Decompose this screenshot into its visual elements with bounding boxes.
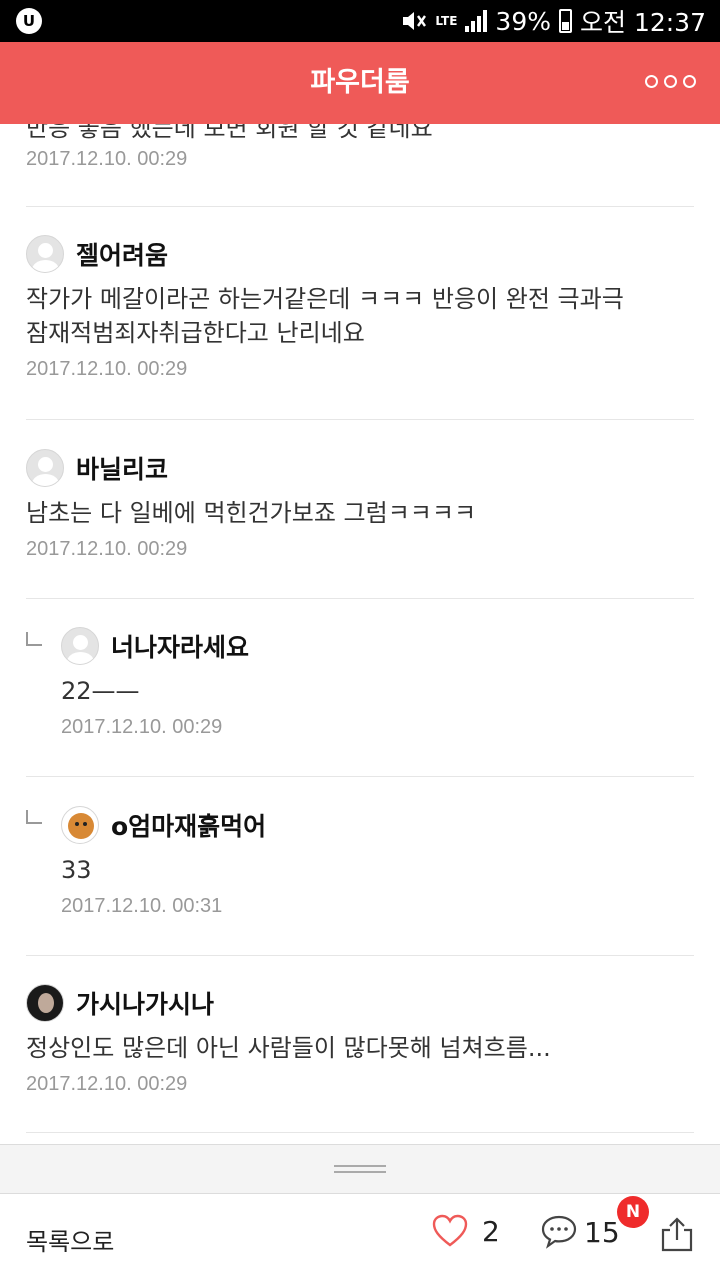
page-title: 파우더룸 [310, 67, 410, 98]
comment-date: 2017.12.10. 00:29 [26, 148, 188, 170]
avatar[interactable] [26, 984, 64, 1022]
comment-line: 작가가 메갈이라곤 하는거같은데 ㅋㅋㅋ 반응이 완전 극과극 [26, 285, 624, 313]
avatar[interactable] [61, 806, 99, 844]
comment-date: 2017.12.10. 00:29 [26, 1073, 188, 1095]
share-button[interactable] [660, 1216, 694, 1256]
share-icon [661, 1217, 693, 1252]
clock: 오전 12:37 [580, 8, 706, 37]
divider [26, 419, 694, 420]
comment-item[interactable]: 가시나가시나 정상인도 많은데 아닌 사람들이 많다못해 넘쳐흐름... 201… [26, 983, 694, 1096]
comment-text: 작가가 메갈이라곤 하는거같은데 ㅋㅋㅋ 반응이 완전 극과극 잠재적범죄자취급… [26, 282, 694, 350]
mute-icon [403, 12, 427, 30]
like-count: 2 [482, 1214, 500, 1248]
avatar[interactable] [61, 627, 99, 665]
comment-line: 정상인도 많은데 아닌 사람들이 많다못해 넘쳐흐름... [26, 1034, 551, 1062]
reply-item[interactable]: o엄마재흙먹어 33 2017.12.10. 00:31 [61, 805, 694, 918]
comment-item[interactable]: 바닐리코 남초는 다 일베에 먹힌건가보죠 그럼ㅋㅋㅋㅋ 2017.12.10.… [26, 448, 694, 561]
speech-bubble-icon [541, 1215, 577, 1249]
comment-text: 반응 좋음 했는데 보면 회원 할 것 같네요 [26, 124, 433, 142]
avatar[interactable] [26, 235, 64, 273]
reply-icon [26, 810, 42, 824]
comment-line: 잠재적범죄자취급한다고 난리네요 [26, 319, 365, 347]
back-to-list-button[interactable]: 목록으로 [26, 1222, 114, 1257]
comment-author[interactable]: 가시나가시나 [76, 985, 214, 1021]
dot-icon [664, 75, 677, 88]
comment-item[interactable]: 젤어려움 작가가 메갈이라곤 하는거같은데 ㅋㅋㅋ 반응이 완전 극과극 잠재적… [26, 234, 694, 381]
new-badge: N [617, 1196, 649, 1228]
dot-icon [683, 75, 696, 88]
reply-item[interactable]: 너나자라세요 22—— 2017.12.10. 00:29 [61, 626, 694, 739]
comment-date: 2017.12.10. 00:29 [26, 538, 188, 560]
carrier-icon: U [16, 8, 42, 34]
comment-text: 33 [61, 853, 694, 887]
comment-author[interactable]: 너나자라세요 [111, 628, 249, 664]
like-button[interactable]: 2 [432, 1214, 500, 1248]
comment-line: 22—— [61, 677, 140, 705]
dot-icon [645, 75, 658, 88]
comment-list[interactable]: 반응 좋음 했는데 보면 회원 할 것 같네요 2017.12.10. 00:2… [0, 124, 720, 1144]
status-bar: U LTE 39% 오전 12:37 [0, 0, 720, 42]
comment-line: 33 [61, 856, 92, 884]
comment-line: 남초는 다 일베에 먹힌건가보죠 그럼ㅋㅋㅋㅋ [26, 499, 477, 527]
battery-icon [559, 9, 572, 33]
drag-handle-area[interactable] [0, 1144, 720, 1194]
drag-handle-icon[interactable] [334, 1165, 386, 1173]
comment-count: 15 [584, 1215, 620, 1249]
signal-icon [465, 10, 488, 32]
comment-text: 정상인도 많은데 아닌 사람들이 많다못해 넘쳐흐름... [26, 1031, 694, 1065]
avatar[interactable] [26, 449, 64, 487]
reply-icon [26, 632, 42, 646]
comments-button[interactable]: 15 [540, 1214, 620, 1250]
comment-text: 남초는 다 일베에 먹힌건가보죠 그럼ㅋㅋㅋㅋ [26, 496, 694, 530]
comment-date: 2017.12.10. 00:31 [61, 895, 223, 917]
lte-indicator: LTE [435, 13, 458, 28]
divider [26, 955, 694, 956]
divider [26, 598, 694, 599]
app-header: 파우더룸 [0, 42, 720, 124]
comment-author[interactable]: 바닐리코 [76, 450, 168, 486]
divider [26, 206, 694, 207]
bottom-bar: 목록으로 2 15 [0, 1194, 720, 1280]
comment-date: 2017.12.10. 00:29 [26, 358, 188, 380]
comment-text: 22—— [61, 674, 694, 708]
comment-author[interactable]: o엄마재흙먹어 [111, 807, 266, 843]
comment-date: 2017.12.10. 00:29 [61, 716, 223, 738]
heart-icon [432, 1214, 468, 1247]
divider [26, 776, 694, 777]
comment-author[interactable]: 젤어려움 [76, 236, 168, 272]
more-options-button[interactable] [645, 75, 696, 88]
divider [26, 1132, 694, 1133]
battery-percent: 39% [495, 6, 551, 36]
